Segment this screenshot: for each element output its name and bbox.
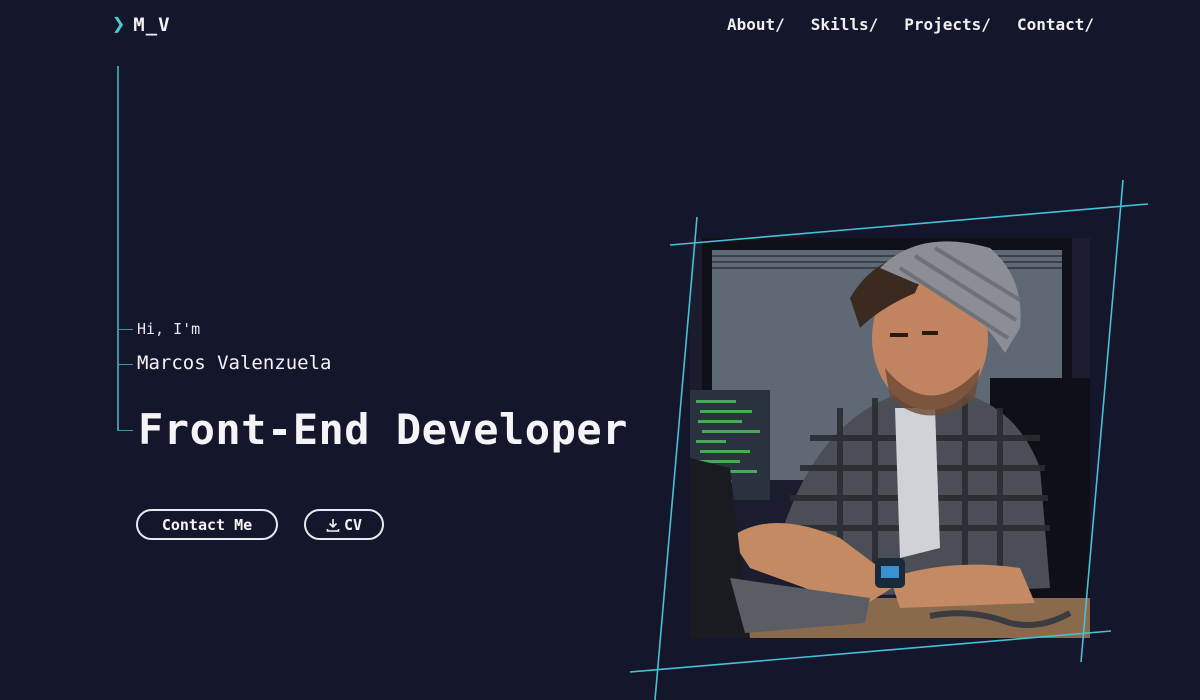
hero-greeting: Hi, I'm [137, 320, 201, 338]
developer-portrait-image [690, 238, 1090, 638]
logo-text: M_V [133, 14, 171, 36]
hero-name: Marcos Valenzuela [137, 352, 332, 374]
logo[interactable]: ❯ M_V [112, 12, 171, 37]
nav-skills[interactable]: Skills/ [811, 15, 878, 34]
chevron-right-icon: ❯ [112, 12, 126, 37]
contact-me-button[interactable]: Contact Me [136, 509, 278, 540]
decorative-tick [119, 430, 133, 431]
nav-about[interactable]: About/ [727, 15, 785, 34]
decorative-tick [119, 364, 133, 365]
download-icon [326, 518, 340, 532]
hero-role-title: Front-End Developer [138, 405, 628, 454]
decorative-vertical-line [117, 66, 119, 431]
nav-contact[interactable]: Contact/ [1017, 15, 1094, 34]
nav-projects[interactable]: Projects/ [904, 15, 991, 34]
download-cv-label: CV [343, 515, 363, 534]
decorative-tick [119, 329, 133, 330]
contact-me-label: Contact Me [161, 515, 253, 534]
download-cv-button[interactable]: CV [304, 509, 384, 540]
main-nav: About/ Skills/ Projects/ Contact/ [727, 15, 1094, 34]
